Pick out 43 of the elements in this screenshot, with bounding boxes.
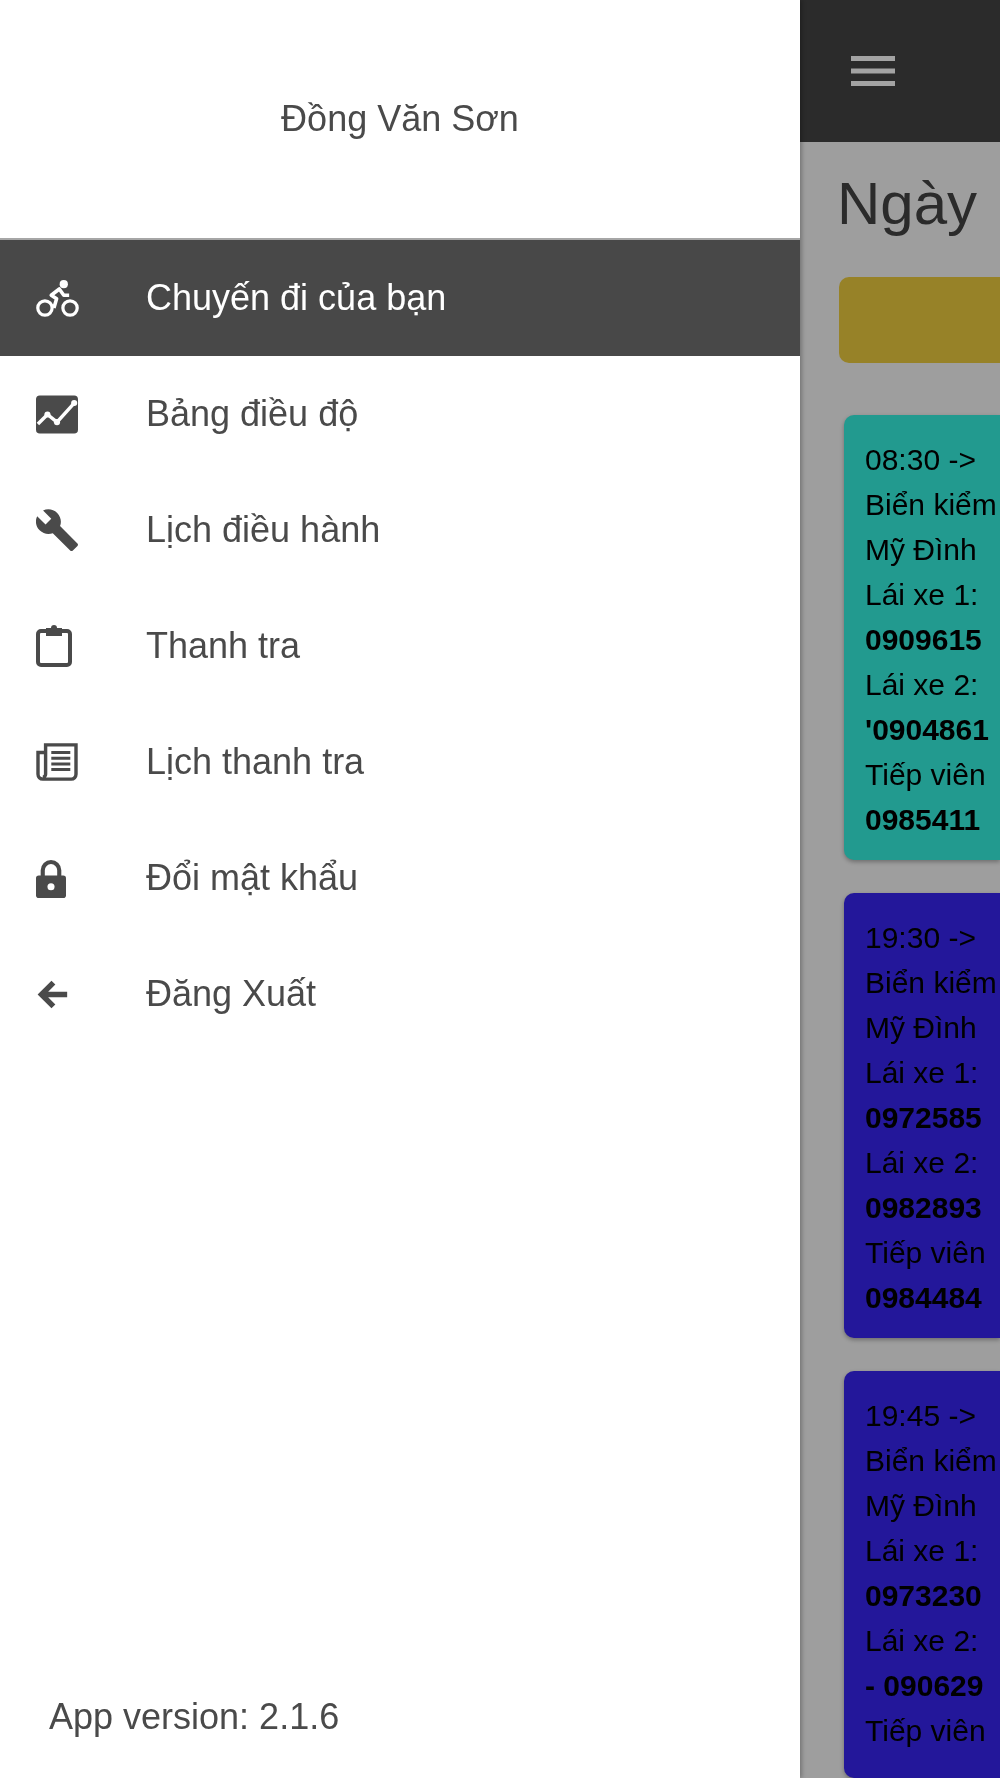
driver-text: Lái xe 2: — [865, 1623, 980, 1659]
driver-text: Lái xe 1: — [865, 1055, 980, 1091]
trip-time: 19:45 -> — [865, 1398, 977, 1434]
route-text: Mỹ Đình — [865, 532, 978, 568]
phone-text: - 090629 — [865, 1668, 985, 1704]
menu-item[interactable]: Đổi mật khẩu — [0, 820, 800, 936]
plate-text: Biển kiểm — [865, 1443, 998, 1479]
phone-text: 0973230 — [865, 1578, 983, 1614]
clipboard-icon — [36, 625, 72, 667]
phone-text: 0972585 — [865, 1100, 983, 1136]
menu-item[interactable]: Lịch thanh tra — [0, 704, 800, 820]
newspaper-icon — [36, 743, 78, 781]
attendant-text: Tiếp viên — [865, 1235, 987, 1271]
trip-time: 08:30 -> — [865, 442, 977, 478]
attendant-text: Tiếp viên — [865, 757, 987, 793]
wrench-icon — [36, 508, 78, 552]
attendant-text: Tiếp viên — [865, 1713, 987, 1749]
menu-item[interactable]: Đăng Xuất — [0, 936, 800, 1052]
driver-text: Lái xe 2: — [865, 667, 980, 703]
user-name: Đồng Văn Sơn — [281, 98, 519, 140]
driver-text: Lái xe 2: — [865, 1145, 980, 1181]
phone-text: 0985411 — [865, 802, 982, 838]
menu-item[interactable]: Thanh tra — [0, 588, 800, 704]
route-text: Mỹ Đình — [865, 1010, 978, 1046]
chart-icon — [36, 394, 78, 434]
menu-item[interactable]: Bảng điều độ — [0, 356, 800, 472]
cyclist-icon — [36, 279, 79, 317]
phone-text: '0904861 — [865, 712, 990, 748]
phone-text: 0982893 — [865, 1190, 983, 1226]
phone-text: 0984484 — [865, 1280, 983, 1316]
page-title: Ngày — [837, 169, 979, 239]
phone-text: 0909615 — [865, 622, 983, 658]
menu-icon[interactable] — [851, 56, 895, 86]
plate-text: Biển kiểm — [865, 965, 998, 1001]
app-version: App version: 2.1.6 — [48, 1696, 341, 1739]
menu-item[interactable]: Chuyến đi của bạn — [0, 240, 800, 356]
trip-time: 19:30 -> — [865, 920, 977, 956]
lock-icon — [36, 858, 66, 898]
plate-text: Biển kiểm — [865, 487, 998, 523]
driver-text: Lái xe 1: — [865, 577, 980, 613]
driver-text: Lái xe 1: — [865, 1533, 980, 1569]
route-text: Mỹ Đình — [865, 1488, 978, 1524]
menu-item[interactable]: Lịch điều hành — [0, 472, 800, 588]
